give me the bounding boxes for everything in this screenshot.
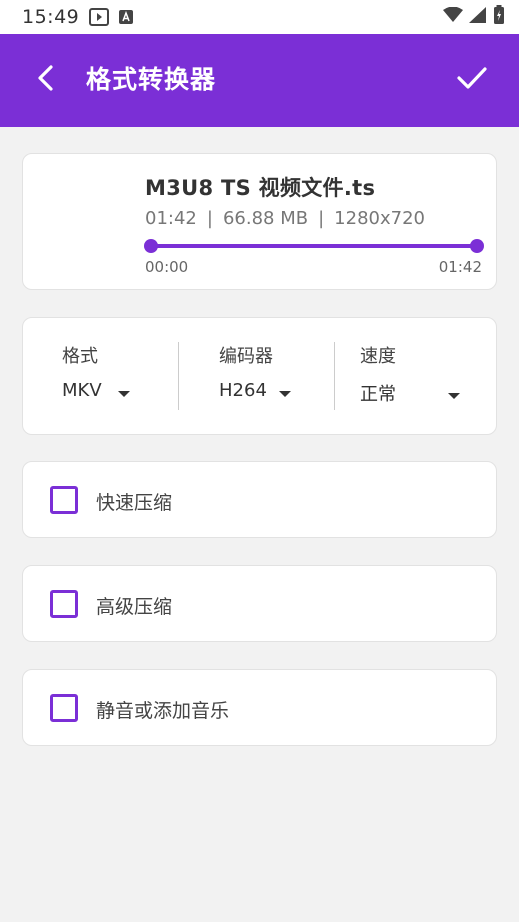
option-mute-or-music[interactable]: 静音或添加音乐 [22,669,497,746]
app-bar: 格式转换器 [0,34,519,127]
video-card: M3U8 TS 视频文件.ts 01:42 | 66.88 MB | 1280x… [22,153,497,290]
trim-start-handle[interactable] [144,239,158,253]
video-file-name: M3U8 TS 视频文件.ts [145,176,376,200]
format-column: 格式 MKV [62,342,130,401]
meta-separator: | [206,208,213,229]
fast-compress-checkbox[interactable] [50,486,78,514]
speed-value: 正常 [360,384,396,405]
video-resolution: 1280x720 [334,208,425,229]
page-title: 格式转换器 [86,65,217,94]
column-divider [334,342,335,410]
option-fast-compress[interactable]: 快速压缩 [22,461,497,538]
format-dropdown[interactable]: MKV [62,380,130,401]
a-notification-icon [119,10,134,24]
video-size: 66.88 MB [222,208,309,229]
signal-icon [469,7,487,27]
advanced-compress-checkbox[interactable] [50,590,78,618]
confirm-button[interactable] [452,62,492,98]
format-value: MKV [62,380,102,401]
speed-label: 速度 [360,346,396,367]
trim-end-time: 01:42 [438,258,482,276]
mute-or-music-label: 静音或添加音乐 [96,700,230,722]
trim-track[interactable] [151,244,477,248]
codec-value: H264 [219,380,267,401]
dropdown-arrow-icon [117,390,130,397]
trim-end-handle[interactable] [470,239,484,253]
advanced-compress-label: 高级压缩 [96,596,173,618]
battery-icon [493,5,505,29]
settings-card: 格式 MKV 编码器 H264 速度 正常 [22,317,497,435]
back-button[interactable] [30,64,62,96]
video-duration: 01:42 [145,208,197,229]
column-divider [178,342,179,410]
wifi-icon [443,6,463,27]
codec-dropdown[interactable]: H264 [219,380,291,401]
dropdown-arrow-icon [278,390,291,397]
speed-dropdown[interactable]: 正常 [360,380,460,406]
codec-column: 编码器 H264 [219,342,291,401]
checkmark-icon [456,65,488,95]
option-advanced-compress[interactable]: 高级压缩 [22,565,497,642]
codec-label: 编码器 [219,346,273,367]
trim-start-time: 00:00 [145,258,189,276]
screen-record-icon [89,8,110,26]
video-meta: 01:42 | 66.88 MB | 1280x720 [145,208,425,229]
dropdown-arrow-icon [448,393,460,399]
status-time: 15:49 [22,6,80,28]
meta-separator: | [318,208,325,229]
speed-column: 速度 正常 [360,342,460,406]
format-label: 格式 [62,346,98,367]
mute-or-music-checkbox[interactable] [50,694,78,722]
status-bar: 15:49 [0,0,519,34]
back-arrow-icon [36,65,56,95]
status-icons [443,5,505,29]
fast-compress-label: 快速压缩 [96,492,173,514]
